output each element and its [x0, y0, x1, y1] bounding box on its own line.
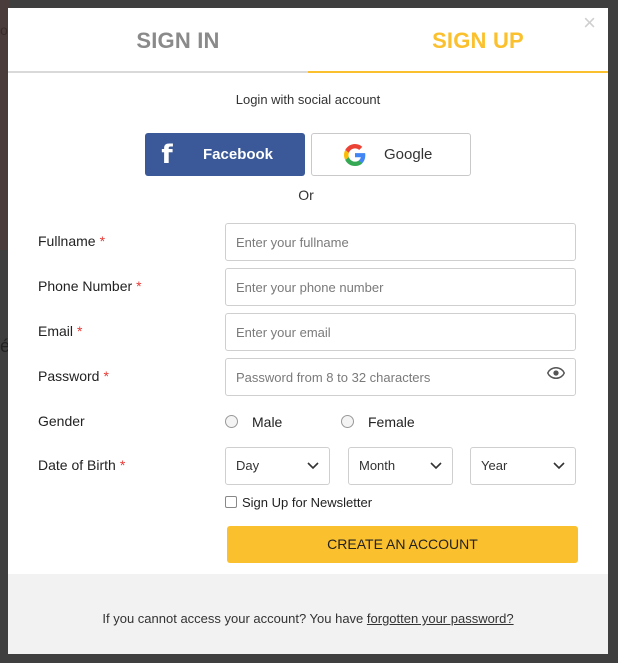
facebook-label: Facebook	[203, 146, 274, 163]
google-login-button[interactable]: Google	[311, 133, 471, 176]
social-login-title: Login with social account	[235, 92, 381, 107]
newsletter-label: Sign Up for Newsletter	[242, 495, 373, 510]
dob-year-select[interactable]: Year	[470, 447, 576, 485]
signup-modal: × SIGN IN SIGN UP Login with social acco…	[8, 8, 608, 654]
google-icon	[344, 143, 366, 166]
dob-label: Date of Birth *	[38, 457, 126, 473]
facebook-login-button[interactable]: f Facebook	[145, 133, 305, 176]
chevron-down-icon	[307, 462, 319, 470]
chevron-down-icon	[553, 462, 565, 470]
fullname-input[interactable]	[225, 223, 576, 261]
password-label: Password *	[38, 368, 109, 384]
forgot-password-link[interactable]: forgotten your password?	[367, 611, 514, 626]
email-input[interactable]	[225, 313, 576, 351]
create-account-button[interactable]: CREATE AN ACCOUNT	[227, 526, 578, 563]
password-input[interactable]	[225, 358, 576, 396]
fullname-label: Fullname *	[38, 233, 106, 249]
tab-sign-up[interactable]: SIGN UP	[328, 28, 618, 54]
gender-label: Gender	[38, 413, 85, 429]
dob-year-value: Year	[481, 458, 508, 473]
newsletter-checkbox[interactable]	[225, 496, 237, 508]
tab-sign-in[interactable]: SIGN IN	[28, 28, 328, 54]
dob-month-select[interactable]: Month	[348, 447, 453, 485]
gender-male-label: Male	[252, 414, 283, 430]
phone-label: Phone Number *	[38, 278, 142, 294]
google-label: Google	[384, 146, 433, 163]
eye-icon[interactable]	[547, 367, 565, 379]
active-tab-indicator	[308, 71, 608, 73]
gender-female-label: Female	[368, 414, 415, 430]
dob-day-select[interactable]: Day	[225, 447, 330, 485]
dob-month-value: Month	[359, 458, 396, 473]
email-label: Email *	[38, 323, 83, 339]
facebook-icon: f	[161, 139, 173, 170]
dob-day-value: Day	[236, 458, 260, 473]
auth-tabs: SIGN IN SIGN UP	[8, 8, 608, 73]
phone-input[interactable]	[225, 268, 576, 306]
modal-footer: If you cannot access your account? You h…	[8, 574, 608, 654]
footer-text: If you cannot access your account? You h…	[102, 611, 514, 626]
gender-male-radio[interactable]	[225, 415, 238, 428]
gender-female-radio[interactable]	[341, 415, 354, 428]
chevron-down-icon	[430, 462, 442, 470]
or-divider: Or	[298, 187, 314, 203]
